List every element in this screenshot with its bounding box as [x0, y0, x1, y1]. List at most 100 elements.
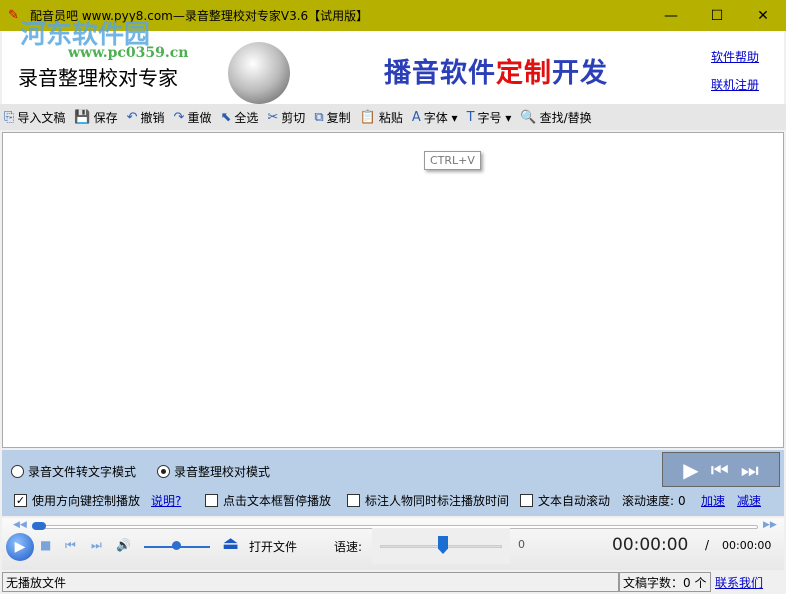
previous-track-icon[interactable]: ⏮	[65, 538, 76, 553]
slogan-b: 定制	[496, 58, 552, 89]
speed-handle[interactable]	[438, 536, 448, 554]
toolbar-button-6[interactable]: ⧉ 复制	[314, 109, 350, 126]
stop-icon[interactable]: ■	[40, 538, 51, 552]
text-editor[interactable]	[2, 132, 784, 448]
playback-control-box: ▶ ⏮ ⏭	[662, 452, 780, 487]
toolbar-icon: 📋	[359, 109, 376, 125]
toolbar-button-10[interactable]: 🔍 查找/替换	[520, 109, 591, 126]
status-word-count: 文稿字数：0 个	[619, 572, 711, 592]
eject-icon[interactable]: ⏏	[222, 533, 239, 554]
volume-icon[interactable]: 🔊	[116, 538, 131, 552]
status-bar: 无播放文件 文稿字数：0 个 联系我们	[2, 570, 784, 594]
checkbox-icon	[205, 494, 218, 507]
click-pause-label: 点击文本框暂停播放	[223, 494, 332, 508]
play-icon[interactable]: ▶	[683, 458, 698, 482]
next-track-icon[interactable]: ⏭	[91, 538, 102, 553]
auto-scroll-checkbox[interactable]: 文本自动滚动	[520, 492, 610, 509]
toolbar: ⎘ 导入文稿 💾 保存 ↶ 撤销 ↷ 重做 ⬉ 全选 ✂ 剪切 ⧉ 复制 📋 粘贴 A 字体 ▾ T 字号 ▾ 🔍 查找/…	[0, 104, 786, 130]
minimize-button[interactable]: —	[648, 0, 694, 31]
click-pause-checkbox[interactable]: 点击文本框暂停播放	[205, 492, 331, 509]
toolbar-icon: ↶	[126, 109, 138, 125]
toolbar-label: 导入文稿	[17, 110, 66, 125]
current-time: 00:00:00	[612, 535, 689, 555]
toolbar-icon: ✂	[267, 109, 279, 125]
toolbar-button-3[interactable]: ↷ 重做	[174, 109, 212, 126]
toolbar-icon: 💾	[74, 109, 91, 125]
toolbar-button-4[interactable]: ⬉ 全选	[220, 109, 258, 126]
arrow-keys-checkbox[interactable]: ✓ 使用方向键控制播放	[14, 492, 140, 509]
checkbox-icon	[520, 494, 533, 507]
volume-handle[interactable]	[172, 541, 181, 550]
paste-tooltip: CTRL+V	[424, 151, 481, 170]
radio-selected-icon	[157, 465, 170, 478]
close-button[interactable]: ✕	[740, 0, 786, 31]
speed-label: 语速:	[334, 540, 363, 554]
scroll-speed-value: 0	[678, 493, 686, 508]
next-icon[interactable]: ⏭	[741, 458, 759, 482]
arrow-keys-label: 使用方向键控制播放	[32, 494, 141, 508]
toolbar-button-9[interactable]: T 字号 ▾	[467, 109, 512, 126]
radio-icon	[11, 465, 24, 478]
previous-icon[interactable]: ⏮	[711, 458, 729, 482]
watermark-url: www.pc0359.cn	[68, 45, 189, 61]
toolbar-label: 撤销	[140, 110, 165, 125]
toolbar-icon: ⧉	[314, 109, 324, 125]
toolbar-button-8[interactable]: A 字体 ▾	[412, 109, 458, 126]
play-icon: ▶	[14, 539, 26, 555]
slogan-c: 开发	[552, 58, 608, 89]
seek-handle[interactable]	[32, 522, 46, 530]
time-separator: /	[705, 538, 710, 552]
status-file: 无播放文件	[2, 572, 619, 592]
media-player: ◀◀ ▶▶ ▶ ■ ⏮ ⏭ 🔊 ⏏ 打开文件 语速: 0 00:00:00 / …	[2, 518, 784, 570]
toolbar-label: 字号 ▾	[477, 110, 512, 125]
mode-transcribe-label: 录音文件转文字模式	[28, 465, 137, 479]
scroll-speed-label: 滚动速度:	[622, 494, 675, 508]
toolbar-label: 全选	[234, 110, 259, 125]
toolbar-button-2[interactable]: ↶ 撤销	[127, 109, 165, 126]
slogan-a: 播音软件	[384, 58, 496, 89]
fast-forward-icon[interactable]: ▶▶	[763, 520, 777, 530]
play-button[interactable]: ▶	[6, 533, 34, 561]
toolbar-icon: 🔍	[520, 109, 537, 125]
app-title: 录音整理校对专家	[18, 66, 178, 90]
toolbar-button-0[interactable]: ⎘ 导入文稿	[4, 109, 65, 126]
slogan: 播音软件定制开发	[384, 51, 608, 90]
register-link[interactable]: 联机注册	[711, 76, 759, 93]
toolbar-icon: A	[411, 109, 421, 125]
keyboard-globe-image	[228, 42, 290, 104]
checkbox-checked-icon: ✓	[14, 494, 27, 507]
checkbox-icon	[347, 494, 360, 507]
maximize-button[interactable]: ☐	[694, 0, 740, 31]
toolbar-button-1[interactable]: 💾 保存	[74, 109, 117, 126]
mark-time-checkbox[interactable]: 标注人物同时标注播放时间	[347, 492, 509, 509]
mode-transcribe-radio[interactable]: 录音文件转文字模式	[11, 463, 136, 480]
toolbar-icon: T	[466, 109, 475, 125]
slow-down-link[interactable]: 减速	[737, 492, 761, 509]
toolbar-label: 保存	[93, 110, 118, 125]
help-link[interactable]: 软件帮助	[711, 48, 759, 65]
speed-value: 0	[518, 538, 525, 551]
auto-scroll-label: 文本自动滚动	[538, 494, 611, 508]
toolbar-button-7[interactable]: 📋 粘贴	[360, 109, 403, 126]
toolbar-label: 重做	[187, 110, 212, 125]
toolbar-label: 剪切	[281, 110, 306, 125]
mark-time-label: 标注人物同时标注播放时间	[365, 494, 510, 508]
mode-proofread-radio[interactable]: 录音整理校对模式	[157, 463, 270, 480]
scroll-speed: 滚动速度: 0	[622, 492, 686, 509]
toolbar-label: 查找/替换	[539, 110, 592, 125]
toolbar-icon: ⎘	[4, 109, 15, 125]
toolbar-label: 复制	[326, 110, 351, 125]
toolbar-label: 粘贴	[378, 110, 403, 125]
total-time: 00:00:00	[722, 539, 772, 552]
toolbar-icon: ⬉	[220, 109, 232, 125]
speed-slider[interactable]	[372, 528, 510, 564]
toolbar-button-5[interactable]: ✂ 剪切	[267, 109, 305, 126]
toolbar-icon: ↷	[173, 109, 185, 125]
open-file-button[interactable]: 打开文件	[249, 538, 297, 555]
mode-proofread-label: 录音整理校对模式	[174, 465, 271, 479]
toolbar-label: 字体 ▾	[423, 110, 458, 125]
speed-up-link[interactable]: 加速	[701, 492, 725, 509]
contact-link[interactable]: 联系我们	[715, 574, 763, 591]
rewind-icon[interactable]: ◀◀	[13, 520, 27, 530]
explain-link[interactable]: 说明?	[151, 492, 181, 509]
